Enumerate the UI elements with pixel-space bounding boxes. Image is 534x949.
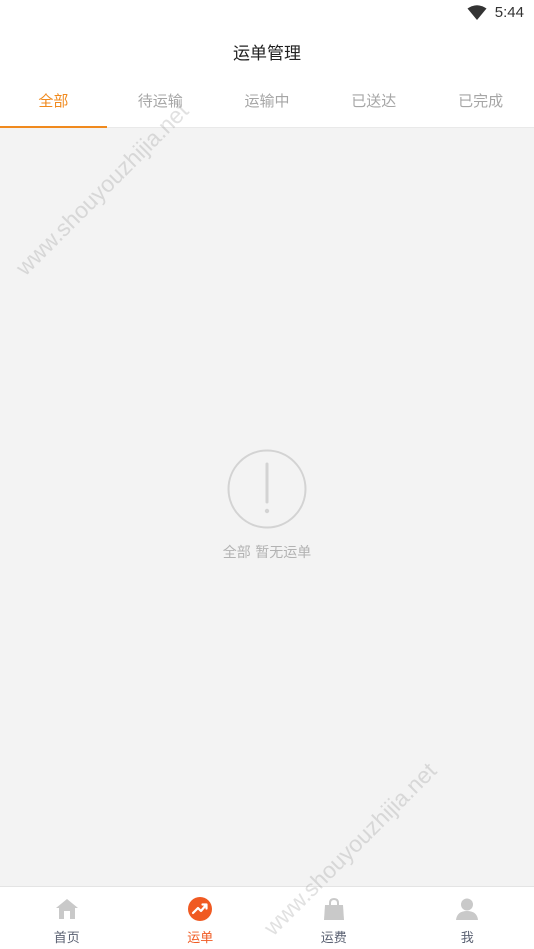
- nav-label-freight: 运费: [320, 931, 347, 946]
- tab-label: 待运输: [137, 92, 183, 110]
- home-icon: [55, 899, 78, 919]
- tab-completed[interactable]: 已完成: [427, 74, 534, 127]
- status-time: 5:44: [494, 4, 524, 21]
- header: 运单管理: [0, 28, 534, 74]
- empty-message: 全部 暂无运单: [222, 545, 312, 561]
- nav-item-waybill[interactable]: 运单: [134, 887, 268, 949]
- trend-icon: [188, 897, 213, 921]
- nav-item-home[interactable]: 首页: [0, 887, 134, 949]
- status-bar: 5:44: [0, 0, 534, 28]
- tab-bar: 全部 待运输 运输中 已送达 已完成: [0, 74, 534, 128]
- nav-item-freight[interactable]: 运费: [267, 887, 401, 949]
- tab-label: 已完成: [458, 92, 504, 110]
- tab-label: 运输中: [244, 92, 290, 110]
- tab-in-transit[interactable]: 运输中: [214, 74, 321, 127]
- nav-item-me[interactable]: 我: [401, 887, 534, 949]
- person-icon: [456, 898, 479, 920]
- tab-label: 全部: [38, 92, 69, 110]
- status-indicators: 5:44: [467, 4, 524, 21]
- wifi-icon: [467, 4, 487, 20]
- bag-icon: [323, 897, 344, 920]
- bottom-nav: 首页 运单 运费 我: [0, 886, 534, 949]
- nav-label-home: 首页: [53, 931, 80, 946]
- empty-state: 全部 暂无运单: [0, 448, 534, 562]
- tab-all[interactable]: 全部: [0, 74, 107, 128]
- tab-pending[interactable]: 待运输: [107, 74, 214, 127]
- exclamation-circle-icon: [227, 449, 307, 529]
- nav-label-me: 我: [460, 931, 474, 946]
- tab-delivered[interactable]: 已送达: [320, 74, 427, 127]
- nav-label-waybill: 运单: [187, 931, 214, 946]
- page-title: 运单管理: [233, 43, 301, 64]
- tab-label: 已送达: [351, 92, 397, 110]
